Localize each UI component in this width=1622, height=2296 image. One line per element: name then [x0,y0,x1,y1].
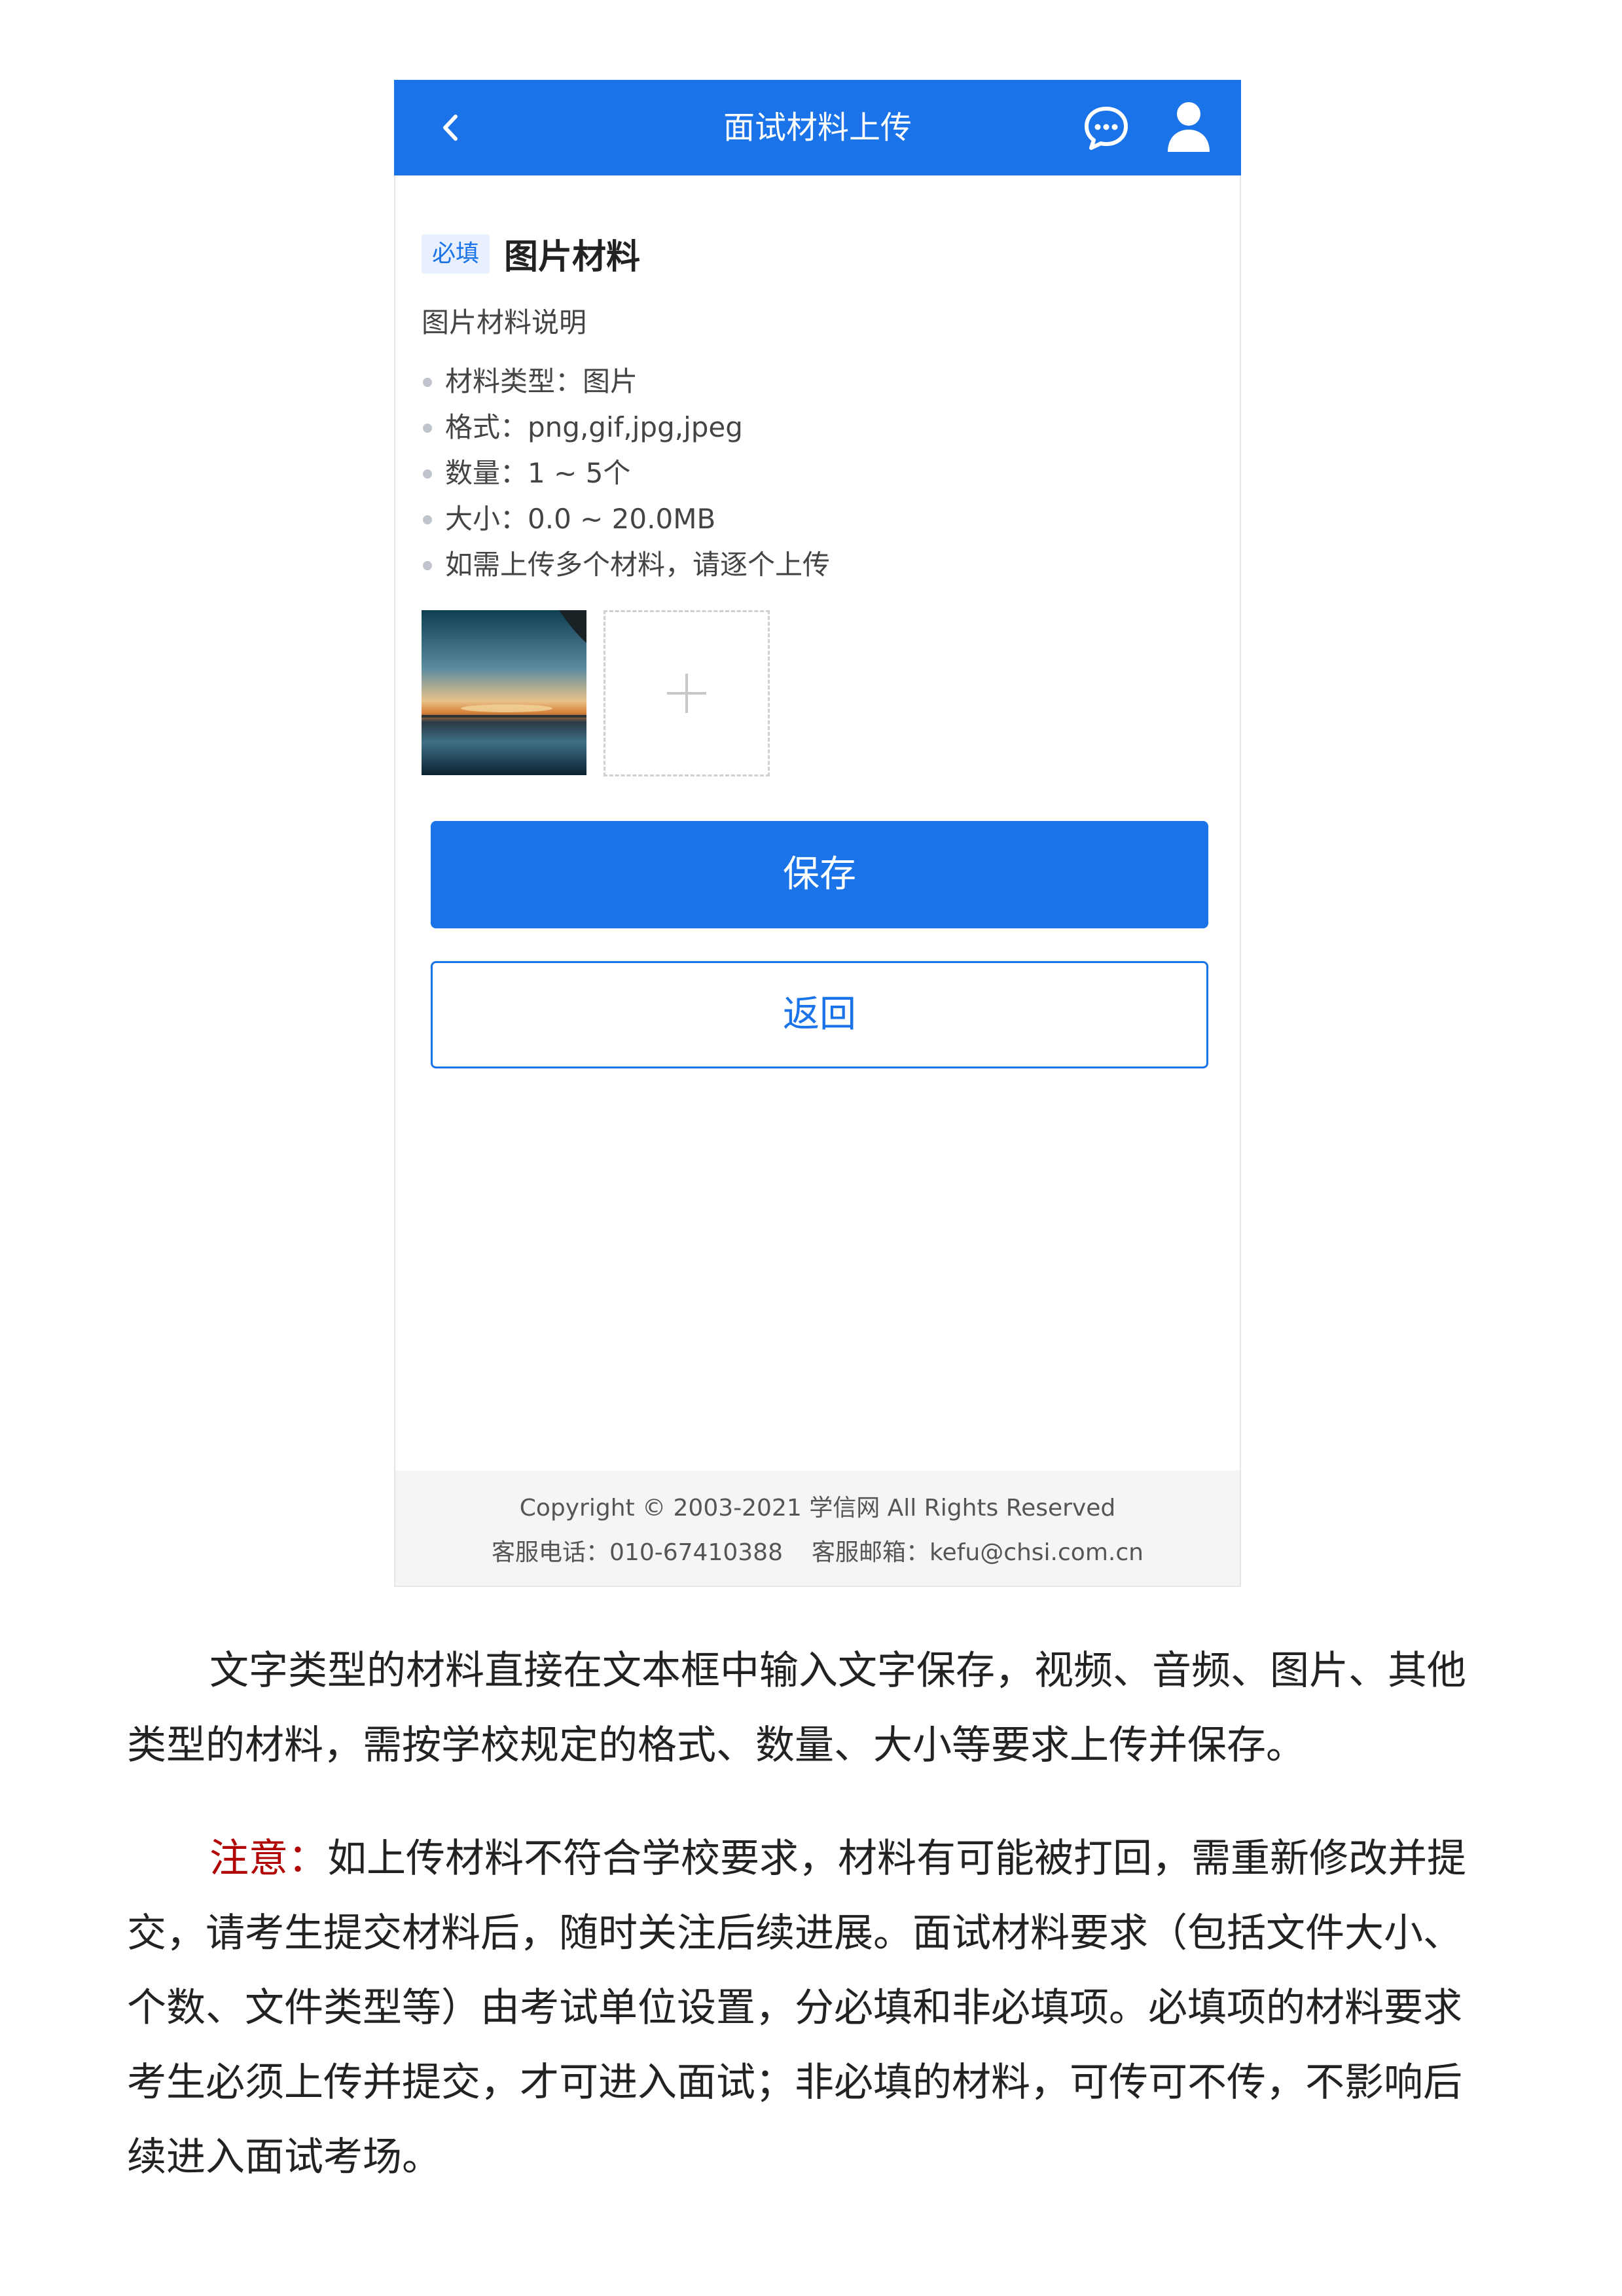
service-email: 客服邮箱：kefu@chsi.com.cn [811,1539,1144,1566]
note-text: 如上传材料不符合学校要求，材料有可能被打回，需重新修改并提交，请考生提交材料后，… [127,1836,1466,2180]
note-label: 注意： [209,1836,327,1882]
page-footer: Copyright © 2003-2021 学信网 All Rights Res… [395,1470,1240,1586]
requirement-note: 如需上传多个材料，请逐个上传 [422,542,1214,588]
requirement-count: 数量：1 ~ 5个 [422,450,1214,496]
requirements-list: 材料类型：图片 格式：png,gif,jpg,jpeg 数量：1 ~ 5个 大小… [422,359,1214,588]
upload-gallery [422,610,814,776]
copyright-text: Copyright © 2003-2021 学信网 All Rights Res… [519,1495,1116,1522]
required-badge: 必填 [422,234,490,274]
uploaded-image-thumbnail[interactable] [422,610,586,775]
instruction-paragraph: 文字类型的材料直接在文本框中输入文字保存，视频、音频、图片、其他类型的材料，需按… [127,1633,1495,1783]
add-image-button[interactable] [604,610,770,776]
requirement-size: 大小：0.0 ~ 20.0MB [422,496,1214,542]
chat-bubble-icon[interactable] [1083,105,1130,152]
note-paragraph: 注意：如上传材料不符合学校要求，材料有可能被打回，需重新修改并提交，请考生提交材… [127,1821,1495,2195]
upload-field: 必填 图片材料 图片材料说明 材料类型：图片 格式：png,gif,jpg,jp… [422,229,1214,588]
save-button[interactable]: 保存 [431,821,1208,928]
contact-line: 客服电话：010-67410388 客服邮箱：kefu@chsi.com.cn [395,1535,1240,1571]
requirement-format: 格式：png,gif,jpg,jpeg [422,405,1214,450]
plus-icon [667,674,706,713]
field-header: 必填 图片材料 [422,229,1214,278]
user-icon[interactable] [1165,100,1212,155]
instruction-text: 文字类型的材料直接在文本框中输入文字保存，视频、音频、图片、其他类型的材料，需按… [127,1648,1466,1768]
phone-frame: 面试材料上传 必填 图片材料 图片材料说明 材料类型：图片 格式：png,gif… [394,80,1241,1587]
return-button[interactable]: 返回 [431,961,1208,1068]
top-nav-bar: 面试材料上传 [394,80,1241,175]
field-title: 图片材料 [504,238,641,277]
requirement-type: 材料类型：图片 [422,359,1214,405]
service-phone: 客服电话：010-67410388 [492,1539,783,1566]
field-description: 图片材料说明 [422,306,587,338]
